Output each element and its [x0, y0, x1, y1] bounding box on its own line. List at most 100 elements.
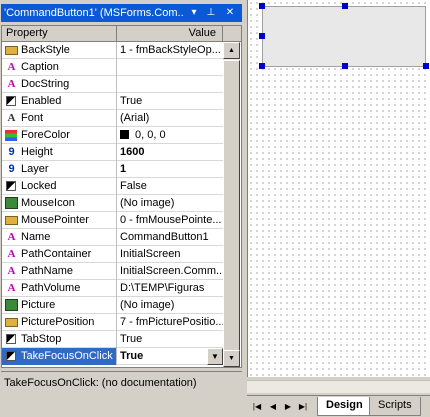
panel-titlebar[interactable]: 'CommandButton1' (MSForms.Com... ▾ ⊥ ✕ — [1, 4, 242, 22]
first-tab-icon[interactable]: |◀ — [251, 400, 263, 414]
scroll-thumb[interactable] — [223, 60, 240, 365]
property-name-cell[interactable]: MousePointer — [2, 212, 117, 229]
property-name-cell[interactable]: A DocString — [2, 76, 117, 93]
boolean-icon — [6, 96, 16, 106]
property-value-cell[interactable]: CommandButton1 — [118, 229, 223, 246]
property-value-cell[interactable]: True — [118, 331, 223, 348]
property-value-cell[interactable]: 1600 — [118, 144, 223, 161]
property-row[interactable]: Locked False — [2, 178, 223, 195]
property-value-cell[interactable]: InitialScreen — [118, 246, 223, 263]
resize-handle[interactable] — [342, 63, 348, 69]
property-value-cell[interactable]: True ▼ — [118, 348, 223, 365]
property-value-cell[interactable]: (No image) — [118, 195, 223, 212]
property-value-cell[interactable]: 0 - fmMousePointe... — [118, 212, 223, 229]
property-value-cell[interactable]: InitialScreen.Comm... — [118, 263, 223, 280]
property-value-cell[interactable]: 1 - fmBackStyleOp... — [118, 42, 223, 59]
enum-icon — [5, 318, 18, 327]
property-name-cell[interactable]: A PathName — [2, 263, 117, 280]
property-value-cell[interactable]: 7 - fmPicturePositio... — [118, 314, 223, 331]
next-tab-icon[interactable]: ▶ — [282, 400, 294, 414]
property-name-cell[interactable]: TakeFocusOnClick — [2, 348, 117, 365]
property-row[interactable]: A Name CommandButton1 — [2, 229, 223, 246]
boolean-icon — [6, 181, 16, 191]
property-value-cell[interactable] — [118, 59, 223, 76]
property-value-cell[interactable]: D:\TEMP\Figuras — [118, 280, 223, 297]
property-value: True — [120, 350, 144, 362]
property-name-cell[interactable]: MouseIcon — [2, 195, 117, 212]
value-column-header[interactable]: Value — [117, 26, 223, 42]
property-name-cell[interactable]: Locked — [2, 178, 117, 195]
property-name: PicturePosition — [21, 316, 95, 328]
property-name-cell[interactable]: ForeColor — [2, 127, 117, 144]
chevron-down-icon[interactable]: ▾ — [187, 6, 201, 20]
property-value-cell[interactable]: 0, 0, 0 — [118, 127, 223, 144]
resize-handle[interactable] — [342, 3, 348, 9]
property-name-cell[interactable]: A Name — [2, 229, 117, 246]
property-row[interactable]: MouseIcon (No image) — [2, 195, 223, 212]
vertical-scrollbar[interactable]: ▲ ▼ — [223, 42, 240, 367]
resize-handle[interactable] — [259, 33, 265, 39]
last-tab-icon[interactable]: ▶| — [297, 400, 309, 414]
previous-tab-icon[interactable]: ◀ — [267, 400, 279, 414]
pin-icon[interactable]: ⊥ — [204, 6, 218, 20]
property-value: D:\TEMP\Figuras — [120, 282, 205, 294]
property-row[interactable]: A PathContainer InitialScreen — [2, 246, 223, 263]
property-name-cell[interactable]: A PathContainer — [2, 246, 117, 263]
property-name-cell[interactable]: TabStop — [2, 331, 117, 348]
property-row[interactable]: Enabled True — [2, 93, 223, 110]
property-value-cell[interactable]: (Arial) — [118, 110, 223, 127]
resize-handle[interactable] — [423, 63, 429, 69]
property-rows: BackStyle 1 - fmBackStyleOp... A Caption A Do… — [2, 42, 223, 365]
command-button-control[interactable] — [259, 3, 429, 69]
property-row[interactable]: TabStop True — [2, 331, 223, 348]
property-name-cell[interactable]: A PathVolume — [2, 280, 117, 297]
horizontal-scrollbar[interactable] — [247, 380, 430, 393]
property-row[interactable]: MousePointer 0 - fmMousePointe... — [2, 212, 223, 229]
property-name-cell[interactable]: A Caption — [2, 59, 117, 76]
property-value: False — [120, 180, 147, 192]
property-name-cell[interactable]: PicturePosition — [2, 314, 117, 331]
property-name-cell[interactable]: 9 Layer — [2, 161, 117, 178]
property-value-cell[interactable]: (No image) — [118, 297, 223, 314]
dropdown-arrow-icon[interactable]: ▼ — [207, 348, 223, 365]
property-value-cell[interactable]: False — [118, 178, 223, 195]
property-value: CommandButton1 — [120, 231, 209, 243]
tab-design[interactable]: Design — [317, 397, 372, 416]
property-name: Locked — [21, 180, 57, 192]
property-value: 1 — [120, 163, 127, 175]
text-icon: A — [7, 231, 16, 243]
scroll-up-icon[interactable]: ▲ — [223, 42, 240, 59]
font-icon: A — [7, 112, 16, 124]
property-row[interactable]: ForeColor 0, 0, 0 — [2, 127, 223, 144]
property-name-cell[interactable]: BackStyle — [2, 42, 117, 59]
property-name-cell[interactable]: Enabled — [2, 93, 117, 110]
property-name-cell[interactable]: Picture — [2, 297, 117, 314]
property-row[interactable]: A DocString — [2, 76, 223, 93]
property-row[interactable]: 9 Layer 1 — [2, 161, 223, 178]
property-row[interactable]: Picture (No image) — [2, 297, 223, 314]
property-row[interactable]: A PathVolume D:\TEMP\Figuras — [2, 280, 223, 297]
property-grid: Property Value BackStyle 1 - fmBackStyleO… — [1, 25, 242, 368]
property-name-cell[interactable]: 9 Height — [2, 144, 117, 161]
property-value-cell[interactable] — [118, 76, 223, 93]
resize-handle[interactable] — [259, 63, 265, 69]
tab-scripts[interactable]: Scripts — [369, 397, 421, 416]
property-name: PathVolume — [21, 282, 81, 294]
property-row[interactable]: A Caption — [2, 59, 223, 76]
property-value-cell[interactable]: True — [118, 93, 223, 110]
resize-handle[interactable] — [259, 3, 265, 9]
scroll-down-icon[interactable]: ▼ — [223, 350, 240, 367]
property-value: (Arial) — [120, 112, 150, 124]
picture-icon — [5, 299, 18, 311]
property-row[interactable]: PicturePosition 7 - fmPicturePositio... — [2, 314, 223, 331]
property-row[interactable]: TakeFocusOnClick True ▼ — [2, 348, 223, 365]
property-row[interactable]: A PathName InitialScreen.Comm... — [2, 263, 223, 280]
property-row[interactable]: A Font (Arial) — [2, 110, 223, 127]
close-icon[interactable]: ✕ — [223, 6, 237, 20]
property-name-cell[interactable]: A Font — [2, 110, 117, 127]
property-column-header[interactable]: Property — [2, 26, 117, 42]
property-row[interactable]: 9 Height 1600 — [2, 144, 223, 161]
property-row[interactable]: BackStyle 1 - fmBackStyleOp... — [2, 42, 223, 59]
design-canvas[interactable] — [247, 0, 430, 377]
property-value-cell[interactable]: 1 — [118, 161, 223, 178]
